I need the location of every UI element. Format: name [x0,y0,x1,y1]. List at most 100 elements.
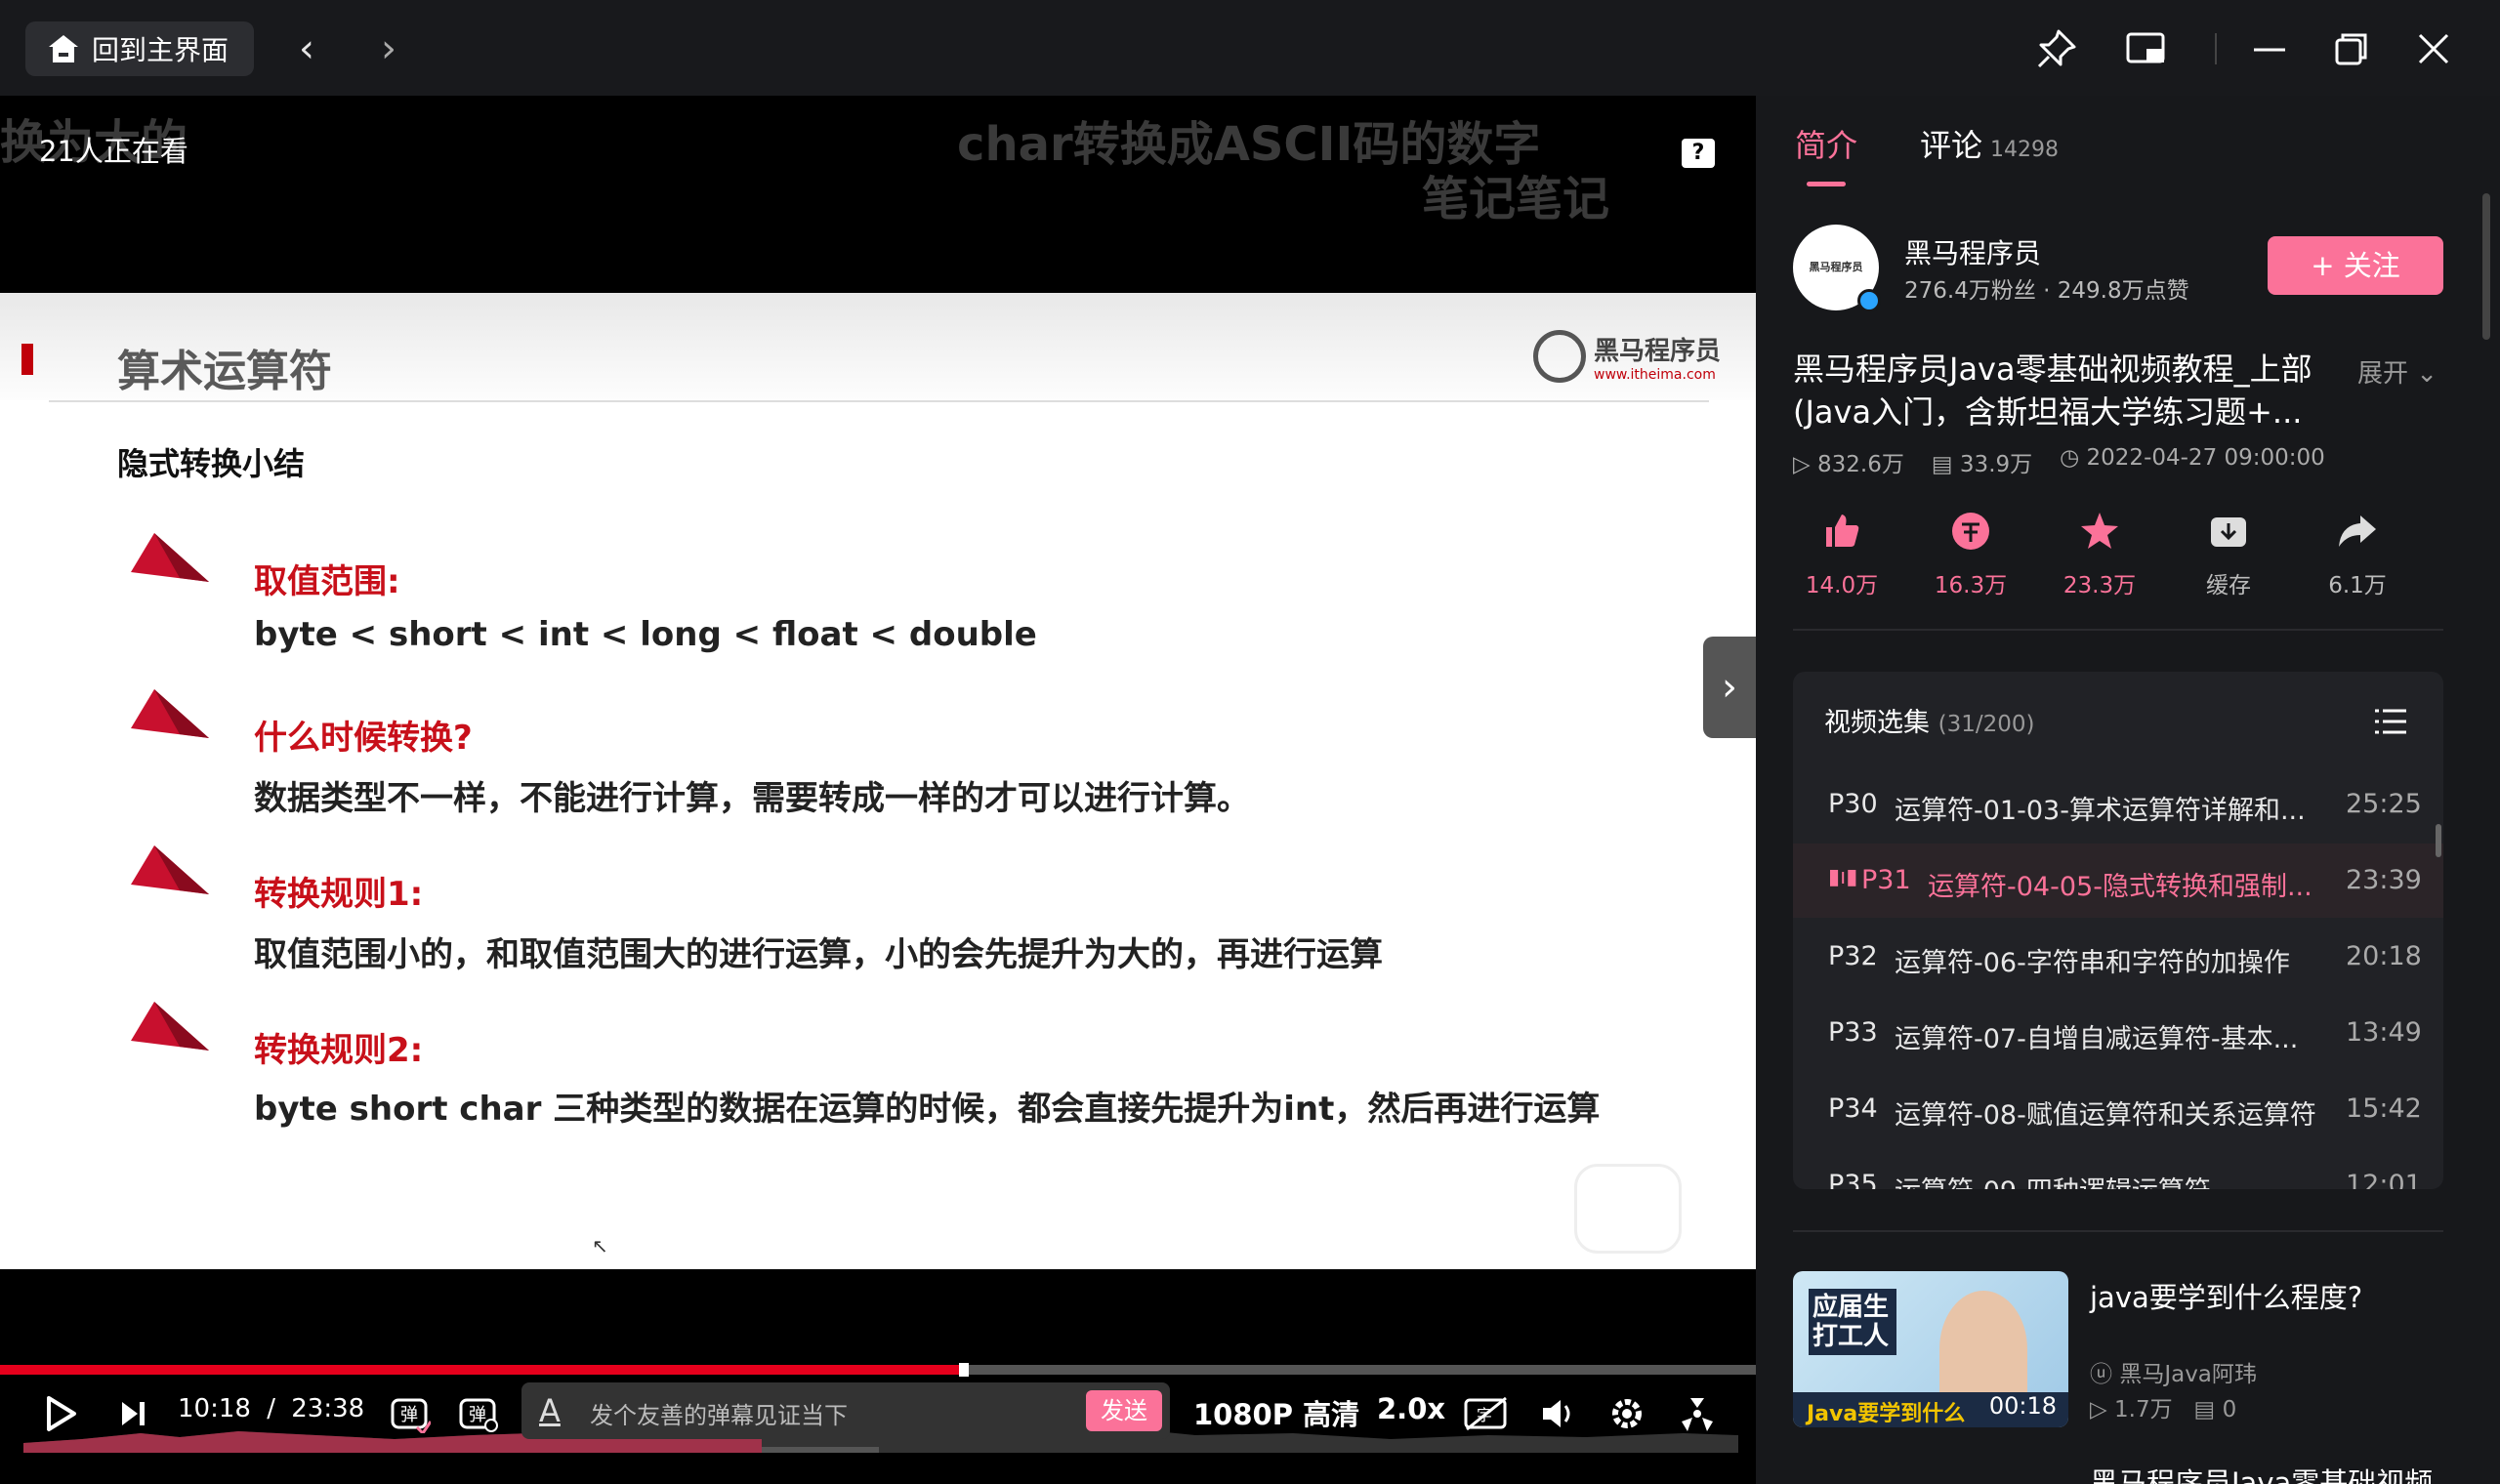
forward-icon[interactable]: › [369,27,408,70]
tab-comments-label: 评论 [1920,127,1983,164]
danmaku-help-icon[interactable]: ? [1682,139,1715,168]
episode-index: P30 [1828,789,1878,819]
like-icon [1793,506,1891,556]
playlist-title-label: 视频选集 [1824,708,1930,738]
home-button-label: 回到主界面 [92,34,229,66]
pyramid-bullet-icon [131,845,209,894]
fullscreen-web-icon[interactable] [1676,1390,1719,1437]
progress-played[interactable] [0,1365,959,1375]
list-view-icon[interactable] [2373,707,2408,740]
home-button[interactable]: 回到主界面 [25,21,255,76]
list-item-active[interactable]: ▮ı▮ P31 运算符-04-05-隐式转换和强制... 23:39 [1793,844,2443,918]
list-item[interactable]: P32 运算符-06-字符串和字符的加操作 20:18 [1793,920,2443,994]
views-stat: ▷ 832.6万 [1793,445,1904,478]
danmaku-count-icon: ▤ [2193,1397,2216,1422]
cache-button[interactable]: 缓存 [2180,506,2277,599]
slide-subtitle: 隐式转换小结 [117,445,306,482]
verified-badge-icon [1857,289,1881,312]
recommended-title[interactable]: java要学到什么程度? [2090,1275,2362,1316]
list-item[interactable]: P34 运算符-08-赋值运算符和关系运算符 15:42 [1793,1072,2443,1146]
itheima-logo-mark [1533,330,1586,383]
bullet-title: 转换规则1: [254,875,424,914]
like-count: 14.0万 [1805,573,1879,598]
date-stat: ◷ 2022-04-27 09:00:00 [2060,445,2325,478]
episode-index: P35 [1828,1170,1878,1189]
video-top-area: 换为大的 char转换成ASCII码的数字 笔记笔记 21人正在看 ? [0,96,1756,293]
coin-button[interactable]: 16.3万 [1922,506,2020,599]
recommended-uploader[interactable]: ⓤ 黑马Java阿玮 [2090,1355,2257,1388]
speed-selector[interactable]: 2.0x [1377,1392,1445,1425]
favorite-count: 23.3万 [2062,573,2137,598]
episode-duration: 23:39 [2346,865,2422,895]
list-item[interactable]: P33 运算符-07-自增自减运算符-基本... 13:49 [1793,996,2443,1070]
presenter-figure [1939,1291,2027,1408]
recommended-views: 1.7万 [2114,1397,2173,1422]
close-icon[interactable] [2410,25,2457,72]
coin-count: 16.3万 [1934,573,2008,598]
uploader-name[interactable]: 黑马程序员 [1904,232,2041,271]
quality-selector[interactable]: 1080P 高清 [1193,1392,1359,1433]
minimize-icon[interactable] [2246,25,2293,72]
bullet-title: 什么时候转换? [254,719,473,758]
like-button[interactable]: 14.0万 [1793,506,1891,599]
share-button[interactable]: 6.1万 [2309,506,2406,599]
expand-button[interactable]: 展开 ⌄ [2357,353,2438,390]
action-bar: 14.0万 16.3万 23.3万 缓存 6.1万 [1793,506,2447,613]
views-value: 832.6万 [1817,452,1904,477]
thumbnail-caption: 应届生 打工人 [1809,1289,1896,1355]
favorite-button[interactable]: 23.3万 [2051,506,2148,599]
back-icon[interactable]: ‹ [287,27,326,70]
danmaku-style-icon[interactable]: A [539,1392,561,1429]
settings-gear-icon[interactable] [1605,1390,1648,1437]
titlebar-separator [2215,33,2217,64]
send-danmaku-button[interactable]: 发送 [1086,1390,1162,1431]
title-bar: 回到主界面 ‹ › [0,0,2500,96]
next-episode-icon[interactable] [113,1390,152,1437]
sidebar-scrollbar[interactable] [2482,193,2490,340]
video-player[interactable]: 换为大的 char转换成ASCII码的数字 笔记笔记 21人正在看 ? 算术运算… [0,96,1756,1484]
bullet-title: 取值范围: [254,562,400,601]
coin-icon [1922,506,2020,556]
mouse-cursor-icon: ↖ [592,1234,608,1257]
playlist-scrollbar[interactable] [2436,824,2441,857]
episode-name: 运算符-04-05-隐式转换和强制... [1928,872,2312,902]
share-count: 6.1万 [2328,573,2387,598]
danmaku-input[interactable]: A 发个友善的弹幕见证当下 发送 [521,1382,1170,1439]
pin-icon[interactable] [2033,25,2080,72]
divider [1793,1230,2443,1232]
episode-index: P34 [1828,1093,1878,1124]
divider [1793,629,2443,631]
tab-intro[interactable]: 简介 [1795,121,1857,166]
miniplayer-icon[interactable] [2123,25,2170,72]
slide-divider [49,400,1709,402]
time-current: 10:18 [178,1394,251,1423]
slide-accent-bar [21,344,33,375]
next-slide-chevron-icon[interactable]: › [1703,637,1756,738]
follow-button[interactable]: + 关注 [2268,236,2443,295]
tab-comments[interactable]: 评论 14298 [1920,121,2059,166]
time-display: 10:18 / 23:38 [178,1394,364,1423]
episode-index: P32 [1828,941,1878,971]
danmaku-settings-icon[interactable]: 弹 [455,1390,502,1437]
recommended-duration: 00:18 [1988,1392,2057,1420]
publish-date: 2022-04-27 09:00:00 [2086,445,2325,471]
logo-url: www.itheima.com [1594,366,1716,383]
list-item[interactable]: P30 运算符-01-03-算术运算符详解和... 25:25 [1793,767,2443,842]
now-playing-icon: ▮ı▮ [1828,865,1858,889]
danmaku-toggle-icon[interactable]: 弹 [387,1390,434,1437]
episode-name: 运算符-09-四种逻辑运算符 [1895,1170,2324,1189]
recommended-uploader-name: 黑马Java阿玮 [2119,1362,2257,1387]
list-item[interactable]: P35 运算符-09-四种逻辑运算符 12:01 [1793,1148,2443,1189]
play-icon[interactable] [39,1390,82,1437]
episode-name: 运算符-01-03-算术运算符详解和... [1895,796,2306,826]
volume-icon[interactable] [1537,1390,1580,1437]
logo-name: 黑马程序员 [1594,336,1722,366]
bullet-title: 转换规则2: [254,1031,424,1070]
maximize-icon[interactable] [2328,25,2375,72]
clock-icon: ◷ [2060,445,2080,471]
next-recommended-title[interactable]: 黑马程序员Java零基础视频 [2090,1461,2433,1484]
bullet-text: byte < short < int < long < float < doub… [254,615,1037,654]
episode-name: 运算符-08-赋值运算符和关系运算符 [1895,1100,2316,1131]
recommended-thumbnail[interactable]: 应届生 打工人 Java要学到什么 00:18 [1793,1271,2068,1427]
subtitle-off-icon[interactable]: 字 [1461,1390,1512,1437]
